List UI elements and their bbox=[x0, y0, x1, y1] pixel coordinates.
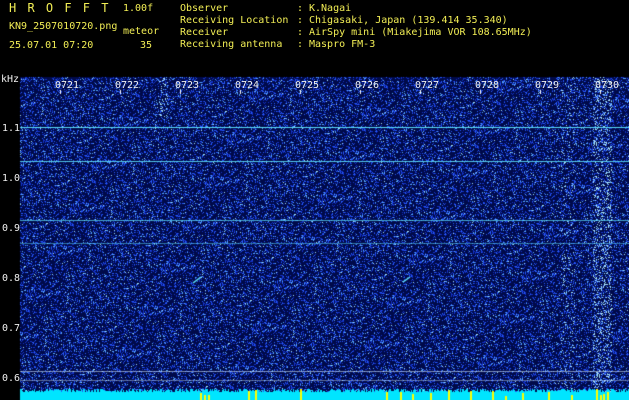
time-tick-label: 0723 bbox=[175, 80, 200, 91]
meteor-label: meteor bbox=[123, 26, 160, 37]
spectrogram-canvas bbox=[0, 0, 629, 400]
hrofft-window: H R O F F T 1.00f KN9_2507010720.png met… bbox=[0, 0, 629, 400]
antenna-label: Receiving antenna bbox=[180, 39, 283, 50]
observer-sep: : bbox=[297, 3, 304, 14]
filename-label: KN9_2507010720.png bbox=[9, 21, 118, 32]
time-tick-label: 0725 bbox=[295, 80, 320, 91]
freq-tick-label: 0.6 bbox=[2, 373, 21, 384]
datetime-label: 25.07.01 07:20 bbox=[9, 40, 94, 51]
freq-tick-label: 1.0 bbox=[2, 173, 21, 184]
observer-value: K.Nagai bbox=[309, 3, 352, 14]
time-tick-label: 0722 bbox=[115, 80, 140, 91]
meteor-count: 35 bbox=[140, 40, 153, 51]
time-tick-label: 0721 bbox=[55, 80, 80, 91]
time-tick-label: 0727 bbox=[415, 80, 440, 91]
freq-tick-label: 1.1 bbox=[2, 123, 21, 134]
location-sep: : bbox=[297, 15, 304, 26]
freq-tick-label: 0.8 bbox=[2, 273, 21, 284]
antenna-value: Maspro FM-3 bbox=[309, 39, 376, 50]
unit-label: kHz bbox=[1, 74, 20, 85]
location-label: Receiving Location bbox=[180, 15, 289, 26]
antenna-sep: : bbox=[297, 39, 304, 50]
time-tick-label: 0726 bbox=[355, 80, 380, 91]
time-tick-label: 0730 bbox=[595, 80, 620, 91]
receiver-value: AirSpy mini (Miakejima VOR 108.65MHz) bbox=[309, 27, 532, 38]
location-value: Chigasaki, Japan (139.414 35.340) bbox=[309, 15, 508, 26]
brand-title: H R O F F T bbox=[9, 1, 111, 15]
time-tick-label: 0724 bbox=[235, 80, 260, 91]
time-tick-label: 0728 bbox=[475, 80, 500, 91]
freq-tick-label: 0.7 bbox=[2, 323, 21, 334]
version-label: 1.00f bbox=[123, 3, 154, 14]
observer-label: Observer bbox=[180, 3, 229, 14]
time-tick-label: 0729 bbox=[535, 80, 560, 91]
freq-tick-label: 0.9 bbox=[2, 223, 21, 234]
receiver-sep: : bbox=[297, 27, 304, 38]
receiver-label: Receiver bbox=[180, 27, 229, 38]
